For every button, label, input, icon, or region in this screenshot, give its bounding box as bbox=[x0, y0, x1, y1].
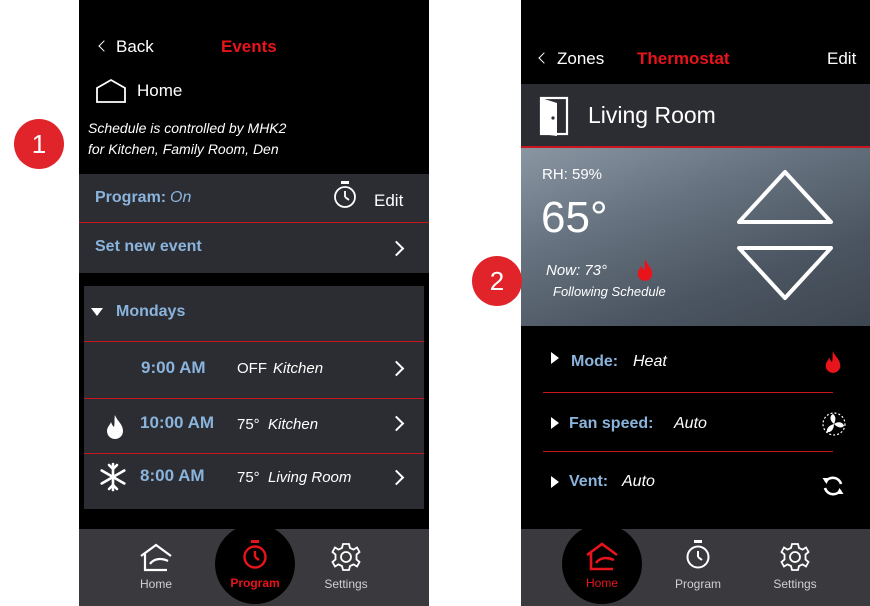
schedule-note-line1: Schedule is controlled by MHK2 bbox=[88, 120, 287, 136]
tab-home[interactable]: Home bbox=[562, 524, 642, 604]
flame-icon bbox=[107, 415, 123, 439]
chevron-left-icon bbox=[98, 40, 110, 52]
caret-right-icon bbox=[551, 417, 559, 429]
setting-value: Auto bbox=[622, 473, 655, 490]
callout-badge: 2 bbox=[472, 256, 522, 306]
events-screen: Back Events Home Schedule is controlled … bbox=[79, 0, 429, 606]
temperature-down-icon[interactable] bbox=[735, 244, 835, 302]
program-value: On bbox=[170, 189, 192, 206]
chevron-right-icon bbox=[388, 240, 405, 257]
divider bbox=[543, 392, 833, 393]
tab-label: Program bbox=[674, 577, 721, 591]
tab-program[interactable]: Program bbox=[658, 529, 738, 606]
callout-badge: 1 bbox=[14, 119, 64, 169]
door-icon bbox=[539, 96, 569, 136]
room-header: Living Room bbox=[521, 84, 870, 146]
chevron-right-icon bbox=[388, 360, 405, 377]
event-room: Living Room bbox=[268, 469, 352, 486]
tab-program[interactable]: Program bbox=[215, 524, 295, 604]
caret-down-icon bbox=[91, 308, 103, 316]
event-room: Kitchen bbox=[268, 416, 319, 433]
tab-bar: Home Program Settings bbox=[79, 524, 429, 606]
caret-right-icon bbox=[551, 476, 559, 488]
stopwatch-icon bbox=[686, 540, 710, 569]
page-title: Events bbox=[221, 37, 277, 56]
setting-label: Fan speed: bbox=[569, 415, 654, 432]
current-temperature: Now: 73° bbox=[546, 262, 608, 279]
temperature-up-icon[interactable] bbox=[735, 168, 835, 226]
setting-label: Mode: bbox=[571, 353, 619, 370]
back-button[interactable]: Zones bbox=[535, 48, 615, 70]
vent-row[interactable]: Vent: Auto bbox=[521, 456, 870, 508]
flame-icon bbox=[637, 259, 653, 281]
event-room: Kitchen bbox=[273, 360, 324, 377]
divider bbox=[543, 451, 833, 452]
event-setting: 75° bbox=[237, 416, 260, 433]
gear-icon bbox=[780, 543, 810, 571]
tab-settings[interactable]: Settings bbox=[755, 529, 835, 606]
program-panel: Program: On Edit Set new event bbox=[79, 174, 429, 273]
setting-label: Vent: bbox=[569, 473, 609, 490]
house-outline-icon bbox=[96, 78, 126, 103]
back-label: Zones bbox=[557, 49, 605, 68]
fan-icon bbox=[822, 412, 846, 436]
fan-speed-row[interactable]: Fan speed: Auto bbox=[521, 397, 870, 449]
event-time: 8:00 AM bbox=[140, 466, 205, 485]
back-button[interactable]: Back bbox=[97, 36, 167, 58]
gear-icon bbox=[331, 543, 361, 571]
snowflake-icon bbox=[100, 462, 126, 492]
thermostat-screen: Zones Thermostat Edit Living Room RH: 59… bbox=[521, 0, 870, 606]
event-row[interactable]: 9:00 AM OFF Kitchen bbox=[84, 342, 424, 398]
location-label: Home bbox=[137, 81, 183, 100]
location-row[interactable]: Home bbox=[95, 78, 215, 104]
event-setting: OFF bbox=[237, 360, 267, 377]
program-label: Program: bbox=[95, 189, 167, 206]
setpoint-temperature: 65° bbox=[541, 193, 608, 242]
page-title: Thermostat bbox=[637, 49, 730, 68]
humidity-reading: RH: 59% bbox=[542, 166, 603, 183]
house-icon bbox=[140, 543, 172, 572]
schedule-note-line2: for Kitchen, Family Room, Den bbox=[88, 141, 279, 157]
day-group-label: Mondays bbox=[116, 303, 186, 320]
edit-button[interactable]: Edit bbox=[827, 49, 856, 69]
tab-label: Home bbox=[139, 577, 172, 591]
set-new-event-label: Set new event bbox=[95, 238, 202, 255]
mode-row[interactable]: Mode: Heat bbox=[521, 338, 870, 390]
day-group-panel: Mondays 9:00 AM OFF Kitchen 10:00 AM 75°… bbox=[84, 286, 424, 509]
event-setting: 75° bbox=[237, 469, 260, 486]
chevron-left-icon bbox=[538, 52, 550, 64]
tab-bar: Home Program Settings bbox=[521, 524, 870, 606]
day-group-header[interactable]: Mondays bbox=[84, 286, 424, 340]
schedule-status: Following Schedule bbox=[553, 284, 666, 299]
flame-icon bbox=[825, 351, 841, 373]
tab-settings[interactable]: Settings bbox=[306, 529, 386, 606]
event-row[interactable]: 8:00 AM 75° Living Room bbox=[84, 454, 424, 509]
climate-panel: RH: 59% 65° Now: 73° Following Schedule bbox=[521, 148, 870, 326]
caret-right-icon bbox=[551, 352, 559, 364]
tab-label: Settings bbox=[324, 577, 368, 591]
refresh-icon bbox=[822, 476, 844, 496]
tab-label: Home bbox=[585, 576, 618, 590]
program-edit-button[interactable]: Edit bbox=[329, 180, 419, 214]
tab-label: Program bbox=[230, 576, 280, 590]
chevron-right-icon bbox=[388, 469, 405, 486]
set-new-event-row[interactable]: Set new event bbox=[79, 223, 429, 273]
program-row: Program: On Edit bbox=[79, 174, 429, 221]
event-time: 10:00 AM bbox=[140, 413, 215, 432]
setting-value: Heat bbox=[633, 353, 667, 370]
stopwatch-icon bbox=[243, 540, 267, 569]
tab-home[interactable]: Home bbox=[116, 529, 196, 606]
edit-label: Edit bbox=[374, 191, 404, 210]
tab-label: Settings bbox=[773, 577, 817, 591]
stopwatch-icon bbox=[334, 181, 356, 208]
room-name: Living Room bbox=[588, 102, 716, 128]
setting-value: Auto bbox=[674, 415, 707, 432]
back-label: Back bbox=[116, 37, 154, 56]
event-row[interactable]: 10:00 AM 75° Kitchen bbox=[84, 399, 424, 453]
event-time: 9:00 AM bbox=[141, 358, 206, 377]
chevron-right-icon bbox=[388, 415, 405, 432]
house-icon bbox=[586, 542, 618, 571]
